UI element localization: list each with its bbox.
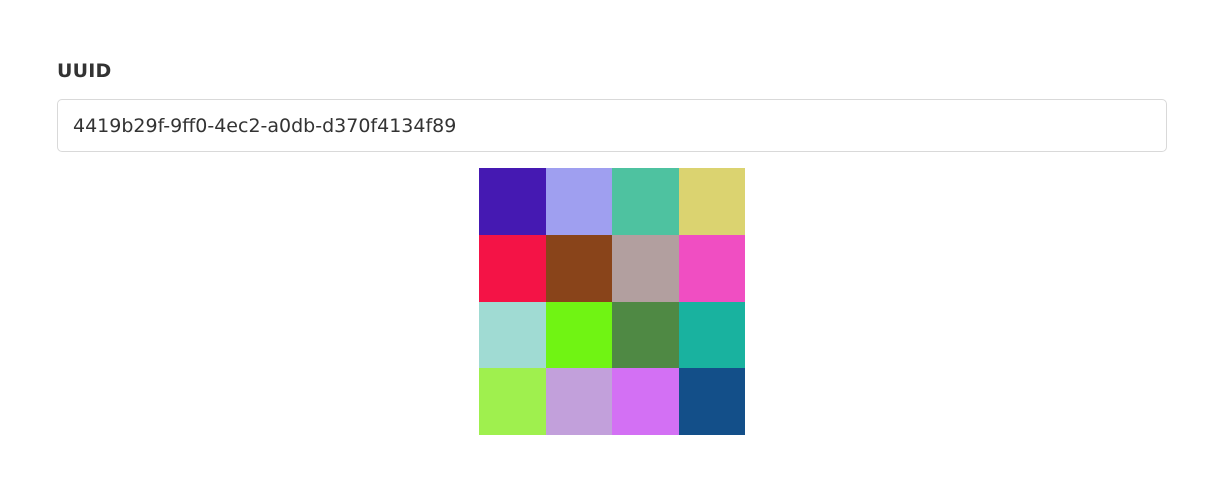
identicon-cell-1 [545,168,612,235]
identicon-cell-4 [479,234,546,302]
identicon-cell-3 [678,168,745,235]
uuid-identicon-grid [479,168,745,435]
uuid-input[interactable] [57,99,1167,152]
identicon-cell-6 [612,234,679,302]
identicon-cell-10 [612,301,679,369]
identicon-cell-0 [479,168,546,235]
identicon-cell-8 [479,301,546,369]
identicon-cell-9 [545,301,612,369]
identicon-cell-2 [612,168,679,235]
uuid-label: UUID [57,60,112,82]
identicon-cell-5 [545,234,612,302]
identicon-cell-15 [678,368,745,435]
identicon-cell-14 [612,368,679,435]
identicon-cell-13 [545,368,612,435]
identicon-cell-12 [479,368,546,435]
identicon-cell-7 [678,234,745,302]
identicon-cell-11 [678,301,745,369]
